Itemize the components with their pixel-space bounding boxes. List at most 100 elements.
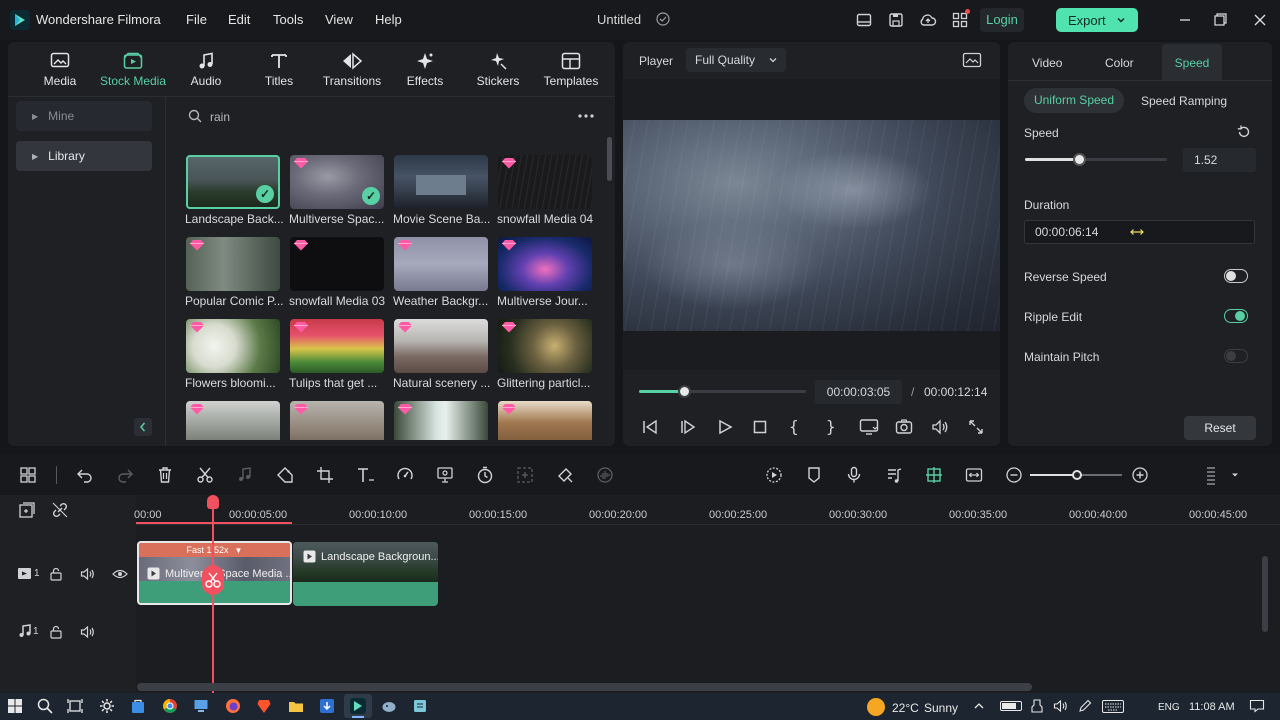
store-icon[interactable] bbox=[130, 698, 148, 716]
menu-view[interactable]: View bbox=[325, 12, 353, 27]
tag-icon[interactable] bbox=[276, 466, 296, 486]
app-icon[interactable] bbox=[381, 698, 399, 716]
pen-icon[interactable] bbox=[1078, 699, 1092, 713]
layout-icon[interactable] bbox=[856, 12, 872, 28]
file-explorer-icon[interactable] bbox=[288, 698, 306, 716]
speed-slider[interactable] bbox=[1025, 153, 1167, 166]
timeline-settings-icon[interactable] bbox=[1205, 466, 1225, 486]
language-indicator[interactable]: ENG bbox=[1158, 702, 1180, 713]
zoom-in-icon[interactable] bbox=[1131, 466, 1151, 486]
mute-track-icon[interactable] bbox=[80, 625, 96, 639]
more-options-icon[interactable] bbox=[577, 109, 595, 123]
clock-time[interactable]: 11:08 AM bbox=[1189, 701, 1235, 713]
login-button[interactable]: Login bbox=[980, 8, 1024, 32]
layout-grid-icon[interactable] bbox=[19, 466, 39, 486]
tab-templates[interactable]: Templates bbox=[535, 50, 607, 94]
stop-icon[interactable] bbox=[751, 418, 769, 436]
tab-video[interactable]: Video bbox=[1032, 56, 1062, 70]
ai-tool-icon[interactable] bbox=[556, 466, 576, 486]
notification-center-icon[interactable] bbox=[1249, 699, 1265, 713]
maximize-icon[interactable] bbox=[1210, 10, 1230, 30]
add-track-icon[interactable] bbox=[18, 501, 36, 519]
menu-help[interactable]: Help bbox=[375, 12, 402, 27]
reset-speed-icon[interactable] bbox=[1236, 124, 1252, 140]
marker-icon[interactable] bbox=[805, 466, 825, 486]
zoom-slider-handle[interactable] bbox=[1072, 470, 1082, 480]
color-match-icon[interactable] bbox=[436, 466, 456, 486]
ripple-edit-toggle[interactable] bbox=[1224, 309, 1248, 323]
speed-slider-handle[interactable] bbox=[1072, 153, 1086, 166]
search-input[interactable]: rain bbox=[210, 110, 570, 124]
play-reverse-icon[interactable] bbox=[679, 418, 697, 436]
audio-mixer-icon[interactable] bbox=[885, 466, 905, 486]
export-button[interactable]: Export bbox=[1056, 8, 1138, 32]
notes-icon[interactable] bbox=[412, 698, 430, 716]
snapshot-image-icon[interactable] bbox=[962, 52, 982, 68]
menu-edit[interactable]: Edit bbox=[228, 12, 250, 27]
crop-icon[interactable] bbox=[316, 466, 336, 486]
cloud-upload-icon[interactable] bbox=[919, 11, 937, 29]
mark-in-icon[interactable]: { bbox=[789, 417, 799, 436]
reverse-speed-toggle[interactable] bbox=[1224, 269, 1248, 283]
mute-track-icon[interactable] bbox=[80, 567, 96, 581]
duration-timer-icon[interactable] bbox=[476, 466, 496, 486]
task-view-icon[interactable] bbox=[67, 698, 85, 716]
link-icon[interactable] bbox=[51, 501, 69, 519]
subtab-speed-ramping[interactable]: Speed Ramping bbox=[1141, 94, 1227, 108]
undo-icon[interactable] bbox=[76, 466, 96, 486]
tab-transitions[interactable]: Transitions bbox=[316, 50, 388, 94]
apps-grid-icon[interactable] bbox=[952, 9, 970, 28]
taskbar-search-icon[interactable] bbox=[37, 698, 55, 716]
subtab-uniform-speed[interactable]: Uniform Speed bbox=[1024, 88, 1124, 113]
remote-desktop-icon[interactable] bbox=[193, 698, 211, 716]
usb-device-icon[interactable] bbox=[1030, 699, 1044, 713]
tab-audio[interactable]: Audio bbox=[170, 50, 242, 94]
save-icon[interactable] bbox=[888, 12, 904, 28]
video-clip-landscape[interactable]: Landscape Backgroun... bbox=[293, 542, 438, 606]
sidebar-item-library[interactable]: ▶ Library bbox=[16, 141, 152, 171]
speed-icon[interactable] bbox=[396, 466, 416, 486]
thumbnail-card[interactable]: ✓ bbox=[186, 155, 280, 209]
tab-titles[interactable]: Titles bbox=[243, 50, 315, 94]
fit-timeline-icon[interactable] bbox=[965, 466, 985, 486]
speaker-icon[interactable] bbox=[1053, 699, 1069, 713]
sidebar-item-mine[interactable]: ▶ Mine bbox=[16, 101, 152, 131]
display-settings-icon[interactable] bbox=[859, 418, 879, 436]
tab-speed[interactable]: Speed bbox=[1162, 44, 1222, 80]
eye-visibility-icon[interactable] bbox=[112, 568, 128, 580]
playback-progress[interactable] bbox=[639, 385, 806, 398]
keyboard-icon[interactable] bbox=[1102, 700, 1124, 713]
settings-gear-icon[interactable] bbox=[99, 698, 117, 716]
duration-input[interactable]: 00:00:06:14 bbox=[1024, 220, 1255, 244]
taskbar-filmora-active[interactable] bbox=[344, 694, 372, 718]
fullscreen-icon[interactable] bbox=[967, 418, 985, 436]
brave-icon[interactable] bbox=[256, 698, 274, 716]
lock-track-icon[interactable] bbox=[49, 625, 63, 639]
camera-snapshot-icon[interactable] bbox=[895, 418, 913, 436]
zoom-slider[interactable] bbox=[1030, 470, 1122, 480]
playhead-handle[interactable] bbox=[207, 495, 219, 509]
timeline-horizontal-scrollbar[interactable] bbox=[137, 683, 1032, 691]
menu-tools[interactable]: Tools bbox=[273, 12, 303, 27]
media-scrollbar[interactable] bbox=[607, 137, 612, 181]
text-icon[interactable] bbox=[356, 466, 376, 486]
render-preview-icon[interactable] bbox=[765, 466, 785, 486]
lock-track-icon[interactable] bbox=[49, 567, 63, 581]
tab-effects[interactable]: Effects bbox=[389, 50, 461, 94]
weather-temp[interactable]: 22°C bbox=[892, 701, 919, 715]
split-scissors-icon[interactable] bbox=[196, 466, 216, 486]
previous-frame-icon[interactable] bbox=[641, 418, 659, 436]
downloader-icon[interactable] bbox=[319, 698, 337, 716]
tab-stickers[interactable]: Stickers bbox=[462, 50, 534, 94]
tab-color[interactable]: Color bbox=[1105, 56, 1134, 70]
windows-start-icon[interactable] bbox=[7, 698, 25, 716]
chrome-icon[interactable] bbox=[162, 698, 180, 716]
speed-value-input[interactable]: 1.52 bbox=[1183, 148, 1256, 172]
microphone-icon[interactable] bbox=[845, 466, 865, 486]
playhead-split-scissors-icon[interactable] bbox=[202, 565, 224, 595]
timeline-vertical-scrollbar[interactable] bbox=[1262, 556, 1268, 632]
reset-button[interactable]: Reset bbox=[1184, 416, 1256, 440]
snap-magnet-icon[interactable] bbox=[925, 466, 945, 486]
caret-down-icon[interactable] bbox=[1230, 470, 1250, 490]
close-icon[interactable] bbox=[1250, 10, 1270, 30]
